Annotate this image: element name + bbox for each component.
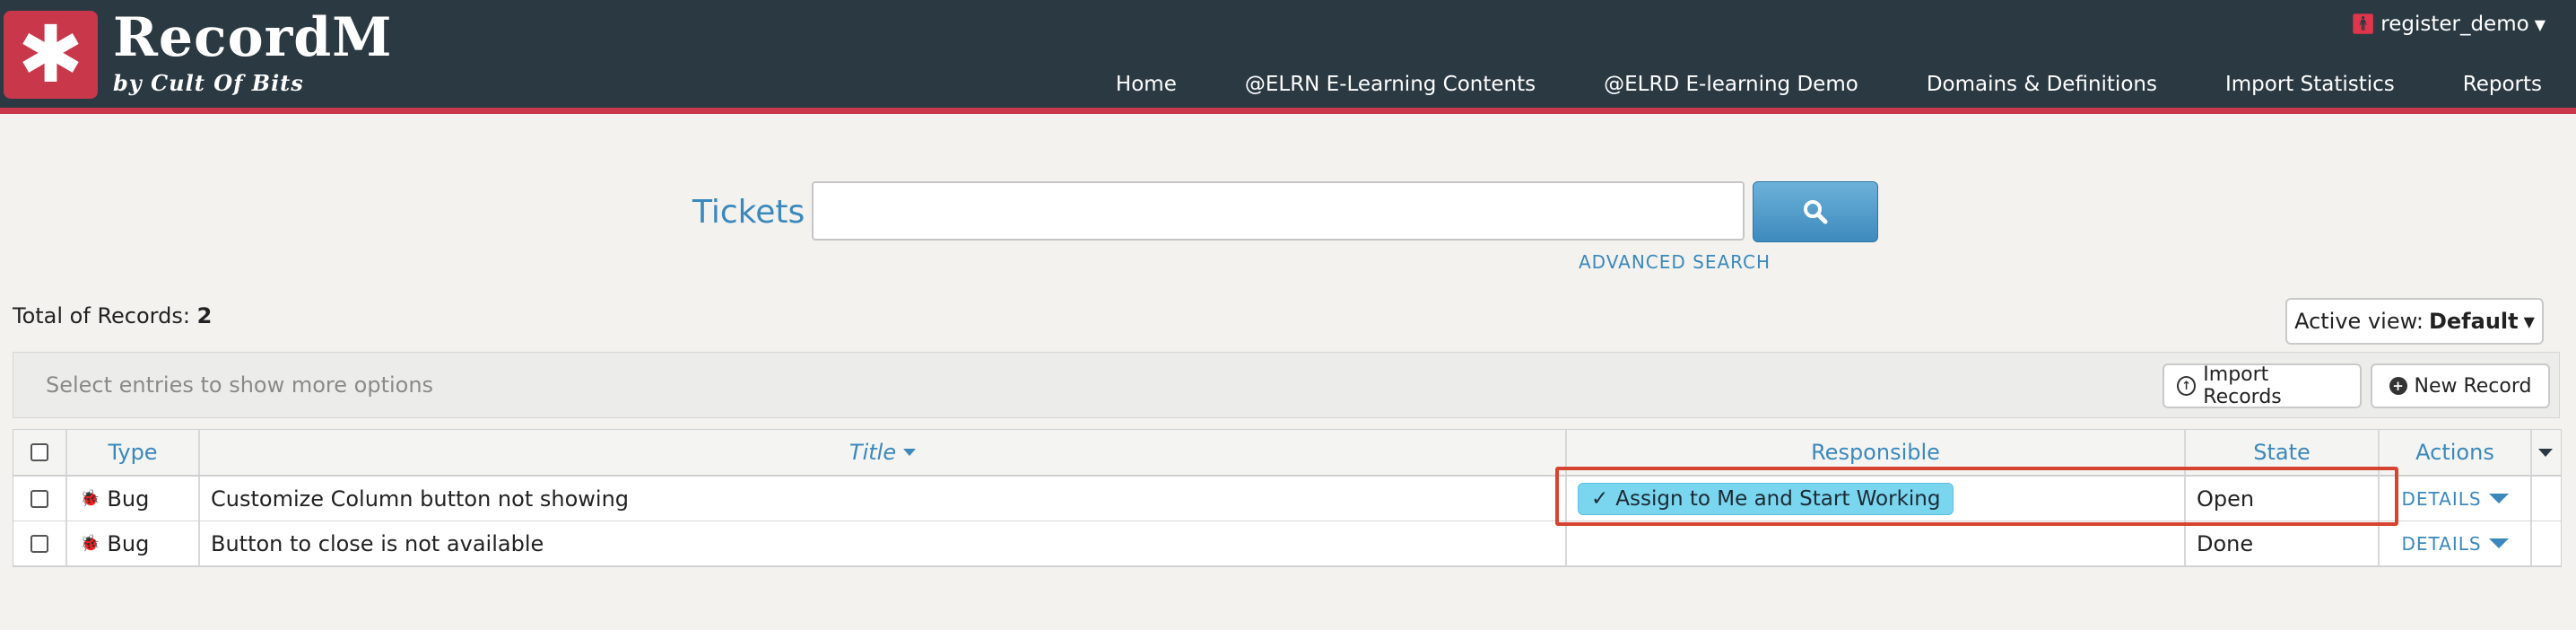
nav-elrd[interactable]: @ELRD E-learning Demo (1570, 68, 1893, 101)
title-cell: Button to close is not available (200, 521, 1567, 565)
row-spacer (2532, 521, 2559, 565)
import-records-button[interactable]: ↑ Import Records (2163, 363, 2362, 408)
user-menu[interactable]: 🚹︎ register_demo ▼ (2350, 13, 2546, 36)
nav-elrn[interactable]: @ELRN E-Learning Contents (1211, 68, 1570, 101)
type-cell: 🐞 Bug (67, 477, 200, 521)
column-responsible[interactable]: Responsible (1567, 430, 2186, 475)
brand[interactable]: RecordM by Cult Of Bits (113, 9, 393, 96)
type-value: Bug (107, 486, 150, 512)
column-state[interactable]: State (2186, 430, 2380, 475)
new-record-button[interactable]: + New Record (2371, 363, 2550, 408)
top-header: ✱ RecordM by Cult Of Bits 🚹︎ register_de… (0, 0, 2576, 114)
row-select-cell (13, 477, 67, 521)
new-record-label: New Record (2414, 374, 2532, 398)
select-all-cell (13, 430, 67, 475)
row-spacer (2532, 477, 2559, 521)
active-view-dropdown[interactable]: Active view: Default ▼ (2285, 298, 2544, 345)
options-hint: Select entries to show more options (46, 372, 434, 398)
chevron-down-icon (2538, 448, 2553, 457)
upload-icon: ↑ (2177, 376, 2197, 396)
page-title: Tickets (692, 194, 805, 231)
total-records: Total of Records: 2 (13, 303, 212, 328)
actions-cell: DETAILS (2380, 477, 2532, 521)
details-label: DETAILS (2401, 532, 2482, 555)
nav-domains[interactable]: Domains & Definitions (1893, 68, 2191, 101)
active-view-label: Active view: (2294, 309, 2424, 334)
row-checkbox[interactable] (30, 534, 48, 553)
column-title[interactable]: Title (200, 430, 1567, 475)
check-icon: ✓ (1591, 486, 1609, 511)
import-records-label: Import Records (2203, 363, 2282, 408)
chevron-down-icon: ▼ (2523, 312, 2535, 330)
chevron-down-icon (2488, 494, 2509, 503)
actions-cell: DETAILS (2380, 521, 2532, 565)
main-nav: Home @ELRN E-Learning Contents @ELRD E-l… (1082, 68, 2576, 101)
state-cell: Done (2186, 521, 2380, 565)
type-value: Bug (107, 530, 150, 556)
brand-subtitle: by Cult Of Bits (113, 70, 304, 96)
select-all-checkbox[interactable] (30, 443, 48, 461)
assign-to-me-button[interactable]: ✓ Assign to Me and Start Working (1578, 482, 1954, 515)
nav-reports[interactable]: Reports (2429, 68, 2576, 101)
details-label: DETAILS (2401, 487, 2482, 510)
chevron-down-icon (2488, 538, 2509, 548)
total-count: 2 (196, 303, 213, 328)
row-select-cell (13, 521, 67, 565)
table-header: Type Title Responsible State Actions (13, 430, 2561, 477)
bug-icon: 🐞 (80, 489, 100, 508)
search-icon (1804, 200, 1828, 224)
state-cell: Open (2186, 477, 2380, 521)
assign-label: Assign to Me and Start Working (1615, 486, 1941, 511)
details-button[interactable]: DETAILS (2401, 532, 2509, 555)
search-button[interactable] (1753, 181, 1878, 242)
details-button[interactable]: DETAILS (2401, 487, 2509, 510)
title-cell: Customize Column button not showing (200, 477, 1567, 521)
advanced-search-link[interactable]: ADVANCED SEARCH (1579, 251, 1771, 273)
records-table: Type Title Responsible State Actions 🐞 B… (13, 429, 2562, 567)
nav-import-statistics[interactable]: Import Statistics (2191, 68, 2429, 101)
options-bar: Select entries to show more options ↑ Im… (13, 352, 2560, 418)
responsible-cell (1567, 521, 2186, 565)
logo-asterisk-icon[interactable]: ✱ (4, 11, 98, 99)
column-title-label: Title (849, 440, 897, 465)
search-input[interactable] (812, 181, 1745, 241)
user-icon: 🚹︎ (2350, 13, 2376, 36)
responsible-cell: ✓ Assign to Me and Start Working (1567, 477, 2186, 521)
type-cell: 🐞 Bug (67, 521, 200, 565)
column-type[interactable]: Type (67, 430, 200, 475)
chevron-down-icon: ▼ (2534, 15, 2546, 33)
bug-icon: 🐞 (80, 534, 100, 553)
brand-name: RecordM (113, 6, 393, 69)
row-checkbox[interactable] (30, 489, 48, 508)
table-row[interactable]: 🐞 Bug Button to close is not available D… (13, 521, 2561, 566)
column-menu[interactable] (2532, 430, 2559, 475)
active-view-value: Default (2428, 309, 2519, 334)
total-label: Total of Records: (13, 303, 190, 328)
username: register_demo (2380, 13, 2529, 36)
column-actions: Actions (2380, 430, 2532, 475)
sort-desc-icon (903, 449, 917, 456)
table-row[interactable]: 🐞 Bug Customize Column button not showin… (13, 477, 2561, 521)
nav-home[interactable]: Home (1082, 68, 1211, 101)
plus-icon: + (2389, 377, 2407, 395)
